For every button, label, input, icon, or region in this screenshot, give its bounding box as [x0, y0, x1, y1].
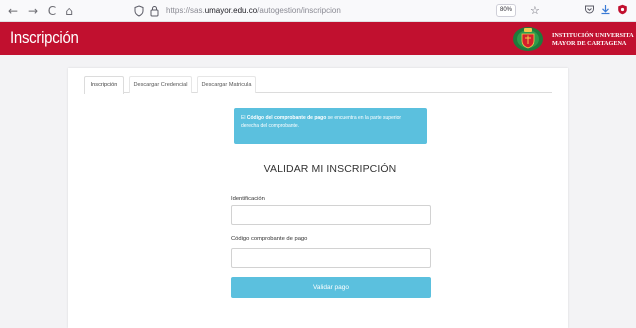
- star-icon[interactable]: ☆: [530, 3, 540, 19]
- main-card: Inscripción Descargar Credencial Descarg…: [68, 68, 568, 328]
- shield-icon[interactable]: [134, 3, 144, 23]
- institution-name-line2: MAYOR DE CARTAGENA: [552, 39, 627, 47]
- browser-toolbar: ← → C ⌂ https://sas.umayor.edu.co/autoge…: [0, 0, 636, 22]
- alert-bold-text: Código del comprobante de pago: [246, 115, 327, 121]
- reload-icon[interactable]: C: [45, 4, 59, 18]
- zoom-level-badge[interactable]: 80%: [496, 4, 516, 17]
- validate-payment-button[interactable]: Validar pago: [231, 277, 431, 298]
- home-icon[interactable]: ⌂: [62, 4, 76, 18]
- payment-code-label: Código comprobante de pago: [231, 236, 308, 242]
- tab-descargar-credencial[interactable]: Descargar Credencial: [129, 76, 192, 93]
- pocket-icon[interactable]: [584, 4, 595, 20]
- university-logo: [513, 27, 543, 51]
- url-domain: umayor.edu.co: [204, 6, 258, 15]
- address-bar[interactable]: https://sas.umayor.edu.co/autogestion/in…: [128, 3, 522, 19]
- url-prefix: https://sas.: [166, 6, 205, 15]
- tab-bar: Inscripción Descargar Credencial Descarg…: [84, 76, 552, 94]
- tab-inscripcion[interactable]: Inscripción: [84, 76, 124, 94]
- back-icon[interactable]: ←: [6, 4, 20, 18]
- tab-descargar-matricula[interactable]: Descargar Matricula: [197, 76, 256, 93]
- url-text[interactable]: https://sas.umayor.edu.co/autogestion/in…: [166, 3, 341, 19]
- forward-icon[interactable]: →: [26, 4, 40, 18]
- page-title: Inscripción: [10, 28, 79, 47]
- app-header: Inscripción INSTITUCIÓN UNIVERSITA MAYOR…: [0, 22, 636, 55]
- payment-code-input[interactable]: [231, 248, 431, 268]
- download-icon[interactable]: [600, 4, 611, 20]
- url-path: /autogestion/inscripcion: [257, 6, 341, 15]
- form-title: VALIDAR MI INSCRIPCIÓN: [263, 163, 397, 175]
- info-alert: El Código del comprobante de pago se enc…: [234, 108, 427, 144]
- lock-icon[interactable]: [150, 3, 159, 23]
- institution-name-line1: INSTITUCIÓN UNIVERSITA: [552, 32, 634, 39]
- identification-input[interactable]: [231, 205, 431, 225]
- identification-label: Identificación: [231, 196, 265, 202]
- institution-name: INSTITUCIÓN UNIVERSITA MAYOR DE CARTAGEN…: [552, 32, 634, 47]
- extension-icon[interactable]: [617, 4, 628, 20]
